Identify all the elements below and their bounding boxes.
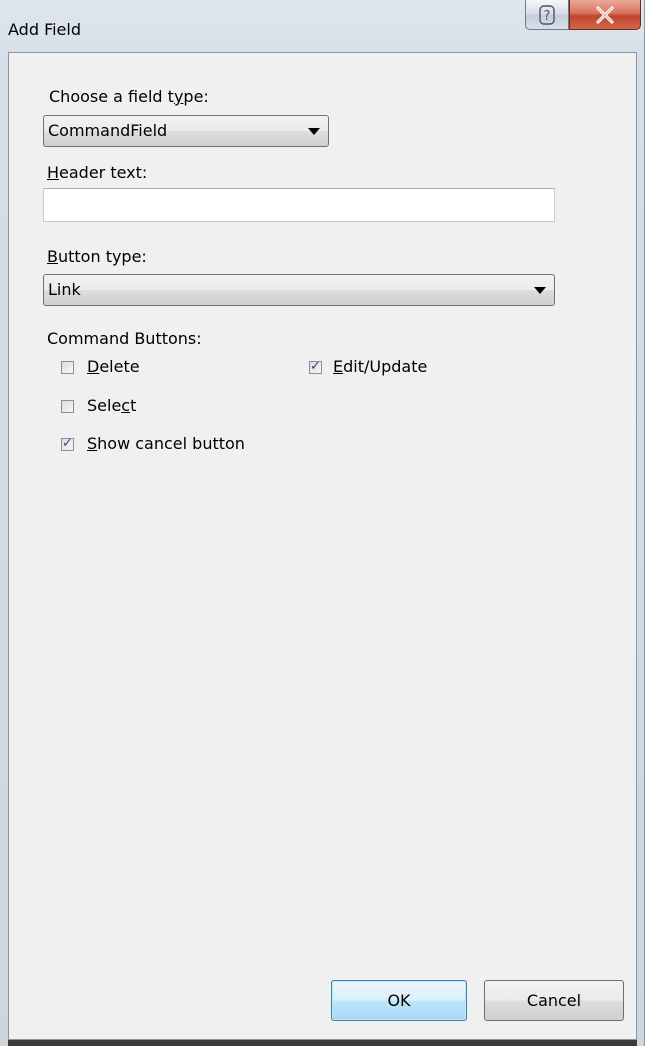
checkmark-icon: ✓ xyxy=(310,359,321,374)
window-bottom-border xyxy=(8,1040,637,1046)
button-type-label: Button type: xyxy=(47,247,147,266)
edit-update-checkbox[interactable]: ✓ xyxy=(309,359,322,374)
edit-update-label[interactable]: Edit/Update xyxy=(333,357,427,376)
ok-button[interactable]: OK xyxy=(331,980,467,1021)
close-icon xyxy=(596,5,614,24)
show-cancel-checkbox[interactable]: ✓ xyxy=(61,436,74,451)
select-label[interactable]: Select xyxy=(87,396,136,415)
delete-label[interactable]: Delete xyxy=(87,357,140,376)
field-type-selected-value: CommandField xyxy=(48,121,168,140)
chevron-down-icon xyxy=(534,287,546,294)
header-text-input[interactable] xyxy=(43,188,555,222)
select-checkbox[interactable] xyxy=(61,400,74,413)
close-button[interactable] xyxy=(569,0,641,30)
chevron-down-icon xyxy=(308,128,320,135)
title-bar: Add Field ? xyxy=(0,0,645,50)
help-icon: ? xyxy=(539,4,555,25)
button-type-dropdown[interactable]: Link xyxy=(43,274,555,306)
show-cancel-label[interactable]: Show cancel button xyxy=(87,434,245,453)
delete-checkbox[interactable] xyxy=(61,361,74,374)
button-type-selected-value: Link xyxy=(48,280,81,299)
field-type-dropdown[interactable]: CommandField xyxy=(43,115,329,147)
header-text-label: Header text: xyxy=(47,163,148,182)
dialog-client-area: Choose a field type: CommandField Header… xyxy=(8,52,637,1040)
window-title: Add Field xyxy=(8,20,81,39)
add-field-dialog: Add Field ? Choose a field type: Command… xyxy=(0,0,645,1046)
command-buttons-label: Command Buttons: xyxy=(47,329,202,348)
checkmark-icon: ✓ xyxy=(62,436,73,451)
field-type-label: Choose a field type: xyxy=(49,87,209,106)
svg-text:?: ? xyxy=(544,9,551,24)
help-button[interactable]: ? xyxy=(525,0,569,30)
cancel-button[interactable]: Cancel xyxy=(484,980,624,1021)
